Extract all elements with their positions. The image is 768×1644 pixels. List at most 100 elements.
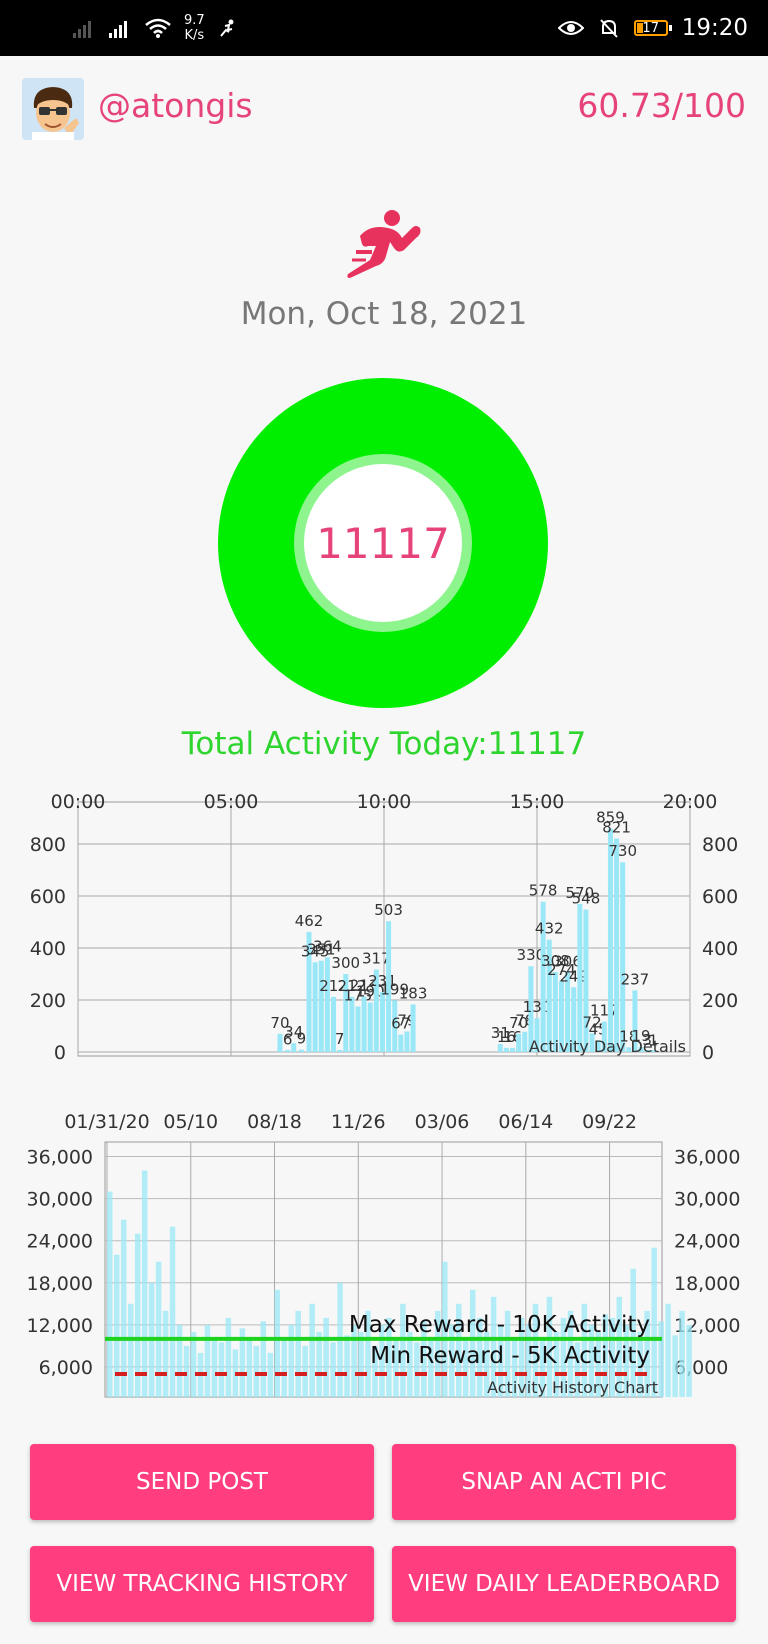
runner-notification-icon bbox=[219, 19, 234, 37]
day-bar bbox=[285, 1050, 291, 1052]
history-bar bbox=[155, 1261, 162, 1397]
y-tick-label-left: 0 bbox=[54, 1042, 66, 1064]
profile-header: @atongis 60.73/100 bbox=[0, 56, 768, 156]
bar-value-label: 237 bbox=[621, 970, 650, 988]
y-tick-label-right: 200 bbox=[702, 990, 738, 1012]
snap-pic-button[interactable]: SNAP AN ACTI PIC bbox=[392, 1444, 736, 1520]
history-bar bbox=[176, 1324, 183, 1397]
wifi-icon bbox=[145, 18, 171, 38]
history-bar bbox=[309, 1303, 315, 1397]
history-bar bbox=[190, 1331, 197, 1397]
total-activity-label: Total Activity Today:11117 bbox=[181, 726, 587, 762]
history-bar bbox=[288, 1324, 294, 1397]
history-bar bbox=[658, 1321, 664, 1397]
history-bar bbox=[665, 1303, 671, 1397]
x-tick-label: 11/26 bbox=[331, 1111, 386, 1133]
history-bar bbox=[169, 1226, 176, 1397]
history-bar bbox=[107, 1191, 113, 1397]
activity-ring-value: 11117 bbox=[304, 464, 462, 622]
x-tick-label: 05/10 bbox=[163, 1111, 218, 1133]
bar-value-label: 578 bbox=[529, 882, 558, 900]
history-bar bbox=[316, 1331, 322, 1397]
x-tick-label: 09/22 bbox=[582, 1111, 637, 1133]
eye-icon bbox=[557, 21, 584, 35]
history-bar bbox=[127, 1303, 134, 1397]
history-bar bbox=[672, 1335, 678, 1397]
history-bar bbox=[330, 1342, 336, 1397]
history-bar bbox=[679, 1310, 685, 1397]
history-bar bbox=[651, 1247, 657, 1397]
day-bar bbox=[607, 828, 613, 1052]
bar-value-label: 462 bbox=[295, 912, 324, 930]
day-bar bbox=[503, 1047, 509, 1052]
battery-icon: 17 bbox=[633, 20, 672, 36]
history-bar bbox=[274, 1289, 280, 1397]
x-tick-label: 20:00 bbox=[663, 791, 718, 813]
bar-value-label: 9 bbox=[297, 1030, 307, 1048]
history-bar bbox=[183, 1345, 190, 1397]
history-bar bbox=[295, 1310, 301, 1397]
day-bar bbox=[324, 957, 330, 1052]
reference-line-label: Min Reward - 5K Activity bbox=[370, 1343, 650, 1369]
history-bar bbox=[225, 1317, 232, 1397]
history-bar bbox=[141, 1170, 148, 1397]
day-bar bbox=[361, 996, 367, 1052]
day-bar bbox=[312, 962, 318, 1052]
y-tick-label-left: 12,000 bbox=[27, 1315, 93, 1337]
y-tick-label-right: 18,000 bbox=[674, 1273, 740, 1295]
x-tick-label: 05:00 bbox=[204, 791, 259, 813]
history-bar bbox=[344, 1335, 350, 1397]
day-bar bbox=[522, 1031, 528, 1052]
y-tick-label-right: 0 bbox=[702, 1042, 714, 1064]
x-tick-label: 15:00 bbox=[510, 791, 565, 813]
day-bar bbox=[614, 838, 620, 1052]
history-bar bbox=[686, 1324, 692, 1397]
day-bar bbox=[349, 996, 355, 1052]
history-bar bbox=[302, 1345, 308, 1397]
bar-value-label: 821 bbox=[602, 819, 631, 837]
day-bar bbox=[379, 991, 385, 1052]
day-bar bbox=[318, 960, 324, 1052]
day-bar bbox=[367, 1002, 373, 1052]
avatar-face-icon bbox=[22, 78, 84, 140]
y-tick-label-right: 30,000 bbox=[674, 1189, 740, 1211]
bar-value-label: 7 bbox=[335, 1030, 345, 1048]
view-tracking-history-button[interactable]: VIEW TRACKING HISTORY bbox=[30, 1546, 374, 1622]
y-tick-label-left: 18,000 bbox=[27, 1273, 93, 1295]
y-tick-label-left: 800 bbox=[30, 834, 66, 856]
y-tick-label-left: 600 bbox=[30, 886, 66, 908]
day-bar bbox=[620, 862, 626, 1052]
status-bar-left: 9.7 K/s bbox=[72, 0, 237, 56]
x-tick-label: 06/14 bbox=[498, 1111, 553, 1133]
history-bar bbox=[204, 1324, 211, 1397]
network-speed-unit: K/s bbox=[184, 28, 205, 43]
bell-muted-icon bbox=[599, 19, 618, 38]
signal-icon bbox=[73, 21, 91, 38]
history-bar bbox=[358, 1331, 364, 1397]
day-bar bbox=[398, 1034, 404, 1052]
day-bar bbox=[355, 1006, 361, 1052]
bar-value-label: 548 bbox=[572, 890, 601, 908]
y-tick-label-left: 24,000 bbox=[27, 1231, 93, 1253]
x-tick-label: 01/31/20 bbox=[64, 1111, 149, 1133]
status-bar: 9.7 K/s 17 19:20 bbox=[0, 0, 768, 56]
history-bar bbox=[120, 1219, 127, 1397]
history-bar bbox=[218, 1342, 225, 1397]
day-bar bbox=[337, 1050, 343, 1052]
bar-value-label: 183 bbox=[399, 984, 428, 1002]
activity-history-chart: 6,000 6,00012,000 12,00018,000 18,00024,000… bbox=[27, 1111, 740, 1398]
y-tick-label-right: 800 bbox=[702, 834, 738, 856]
y-tick-label-left: 200 bbox=[30, 990, 66, 1012]
y-tick-label-right: 24,000 bbox=[674, 1231, 740, 1253]
day-bar bbox=[291, 1043, 297, 1052]
view-daily-leaderboard-button[interactable]: VIEW DAILY LEADERBOARD bbox=[392, 1546, 736, 1622]
x-tick-label: 08/18 bbox=[247, 1111, 302, 1133]
score: 60.73/100 bbox=[577, 86, 746, 125]
bar-value-label: 503 bbox=[374, 901, 403, 919]
send-post-button[interactable]: SEND POST bbox=[30, 1444, 374, 1520]
day-bar bbox=[277, 1033, 283, 1052]
y-tick-label-left: 30,000 bbox=[27, 1189, 93, 1211]
activity-ring: 11117 bbox=[218, 378, 548, 708]
bar-value-label: 364 bbox=[313, 937, 342, 955]
avatar[interactable] bbox=[22, 78, 84, 140]
